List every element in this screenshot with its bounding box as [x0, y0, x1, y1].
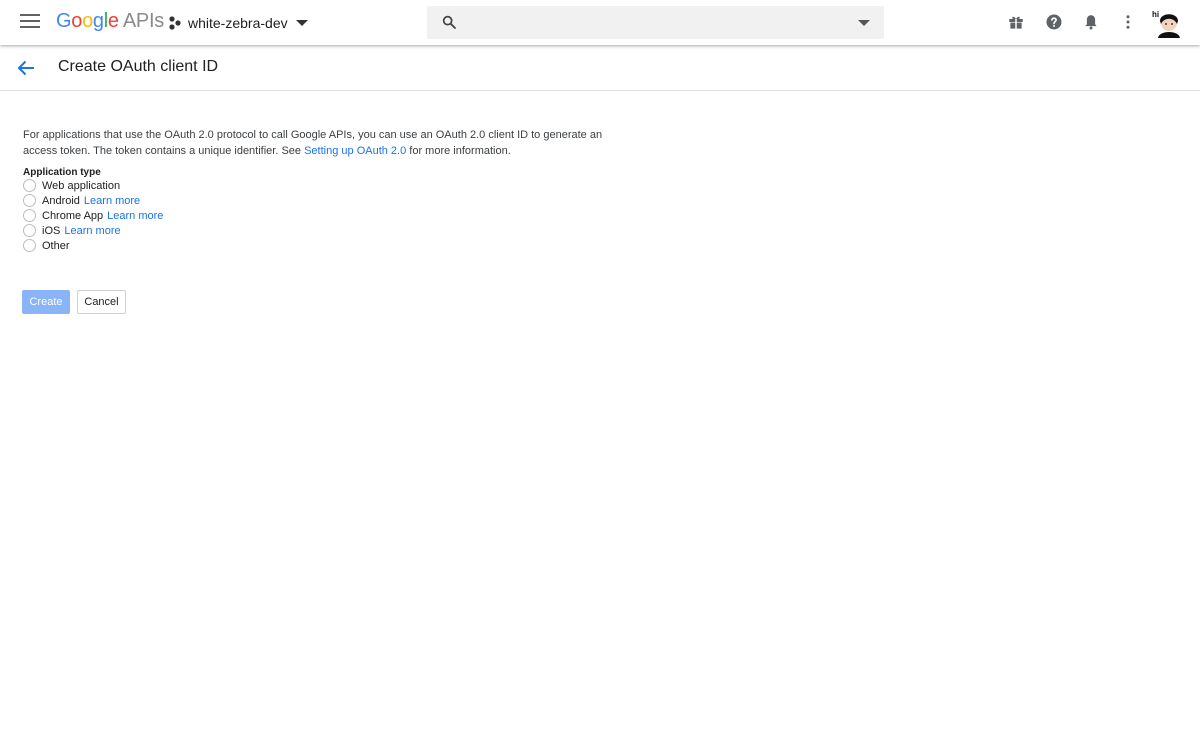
option-web-application[interactable]: Web application [23, 178, 623, 193]
back-arrow-icon[interactable] [16, 59, 36, 77]
option-label: iOS [42, 224, 61, 237]
option-android[interactable]: Android Learn more [23, 193, 623, 208]
radio-button[interactable] [23, 194, 36, 207]
cancel-button[interactable]: Cancel [77, 290, 126, 314]
option-other[interactable]: Other [23, 238, 623, 253]
intro-suffix: for more information. [406, 144, 511, 157]
help-icon[interactable] [1045, 13, 1063, 31]
logo-google-text: Google [56, 10, 119, 32]
option-label: Other [42, 239, 70, 252]
create-button[interactable]: Create [22, 290, 70, 314]
radio-button[interactable] [23, 179, 36, 192]
chrome-app-learn-more-link[interactable]: Learn more [107, 210, 163, 222]
ios-learn-more-link[interactable]: Learn more [64, 225, 120, 237]
menu-icon[interactable] [20, 14, 40, 30]
oauth-form: For applications that use the OAuth 2.0 … [23, 128, 623, 253]
google-apis-logo[interactable]: Google APIs [56, 10, 164, 33]
intro-paragraph: For applications that use the OAuth 2.0 … [23, 128, 623, 159]
option-label: Web application [42, 179, 121, 192]
application-type-radio-group: Web application Android Learn more Chrom… [23, 178, 623, 253]
application-type-label: Application type [23, 167, 101, 178]
more-vert-icon[interactable] [1119, 13, 1137, 31]
avatar-greeting-text: hi [1152, 10, 1160, 19]
page-header: Create OAuth client ID [0, 45, 1200, 91]
radio-button[interactable] [23, 209, 36, 222]
option-label: Android [42, 194, 80, 207]
android-learn-more-link[interactable]: Learn more [84, 195, 140, 207]
notifications-icon[interactable] [1082, 13, 1100, 31]
option-chrome-app[interactable]: Chrome App Learn more [23, 208, 623, 223]
setting-up-oauth-link[interactable]: Setting up OAuth 2.0 [304, 145, 406, 157]
radio-button[interactable] [23, 239, 36, 252]
project-dots-icon [169, 16, 181, 30]
search-bar[interactable] [427, 6, 884, 39]
page-title: Create OAuth client ID [58, 58, 219, 75]
project-selector[interactable]: white-zebra-dev [168, 12, 308, 34]
project-name: white-zebra-dev [188, 15, 288, 31]
top-app-bar: Google APIs white-zebra-dev hi [0, 0, 1200, 45]
logo-apis-text: APIs [122, 10, 164, 32]
search-icon [442, 15, 456, 29]
form-actions: Create Cancel [22, 290, 126, 314]
radio-button[interactable] [23, 224, 36, 237]
search-dropdown-icon[interactable] [858, 20, 870, 26]
gift-icon[interactable] [1007, 13, 1025, 31]
chevron-down-icon [295, 20, 308, 26]
option-ios[interactable]: iOS Learn more [23, 223, 623, 238]
option-label: Chrome App [42, 209, 104, 222]
